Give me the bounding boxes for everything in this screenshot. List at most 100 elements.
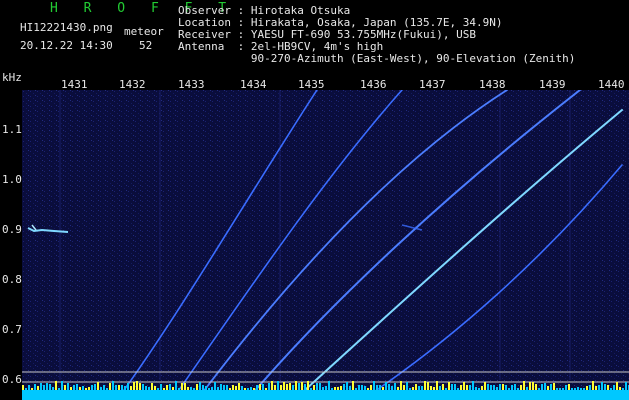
noise-spike — [136, 381, 138, 390]
y-tick-1.0: 1.0 — [2, 173, 22, 186]
noise-spike — [283, 382, 285, 390]
noise-spike — [259, 384, 261, 390]
noise-spike — [343, 384, 345, 390]
noise-spike — [154, 386, 156, 390]
noise-spike — [481, 386, 483, 390]
noise-spike — [109, 383, 111, 390]
noise-spike — [355, 388, 357, 390]
noise-spike — [613, 385, 615, 390]
noise-spike — [145, 386, 147, 390]
noise-spike — [580, 388, 582, 390]
noise-spike — [604, 384, 606, 390]
noise-spike — [382, 387, 384, 390]
noise-spike — [505, 385, 507, 390]
noise-spike — [166, 385, 168, 390]
noise-spike — [70, 387, 72, 390]
noise-spike — [73, 385, 75, 390]
noise-spike — [541, 384, 543, 390]
noise-spike — [442, 384, 444, 390]
noise-spike — [46, 383, 48, 390]
noise-spike — [574, 388, 576, 390]
noise-spike — [148, 387, 150, 390]
noise-spike — [241, 386, 243, 390]
noise-spike — [610, 388, 612, 390]
noise-spike — [292, 385, 294, 390]
noise-spike — [301, 382, 303, 390]
noise-spike — [91, 385, 93, 390]
noise-spike — [55, 381, 57, 390]
noise-spike — [619, 387, 621, 390]
noise-spike — [106, 388, 108, 390]
noise-spike — [169, 384, 171, 390]
noise-spike — [592, 381, 594, 390]
noise-spike — [436, 381, 438, 390]
noise-spike — [349, 386, 351, 390]
noise-spike — [625, 382, 627, 390]
noise-spike — [67, 383, 69, 390]
noise-spike — [172, 387, 174, 390]
noise-spike — [376, 385, 378, 390]
noise-spike — [373, 381, 375, 390]
noise-spike — [151, 383, 153, 390]
noise-spike — [508, 388, 510, 390]
noise-spike — [220, 384, 222, 390]
noise-spike — [460, 385, 462, 390]
noise-spike — [328, 381, 330, 390]
spectrogram-graphic — [22, 90, 629, 400]
noise-spike — [577, 387, 579, 390]
noise-spike — [52, 387, 54, 390]
noise-spike — [121, 385, 123, 390]
noise-spike — [589, 385, 591, 390]
noise-spike — [115, 385, 117, 390]
noise-spike — [367, 388, 369, 390]
noise-spike — [127, 383, 129, 390]
noise-spike — [586, 386, 588, 390]
noise-spike — [427, 382, 429, 390]
y-axis-unit: kHz — [2, 71, 22, 84]
noise-spike — [316, 383, 318, 390]
noise-spike — [358, 385, 360, 390]
noise-spike — [184, 383, 186, 390]
date-time: 20.12.22 14:30 — [20, 39, 113, 52]
noise-floor-band — [22, 390, 629, 400]
noise-spike — [325, 386, 327, 390]
y-tick-0.8: 0.8 — [2, 273, 22, 286]
noise-spike — [289, 383, 291, 390]
noise-spike — [76, 384, 78, 390]
noise-spike — [493, 385, 495, 390]
noise-spike — [562, 388, 564, 390]
noise-spike — [385, 382, 387, 390]
noise-spike — [517, 388, 519, 390]
noise-spike — [97, 382, 99, 390]
noise-spike — [490, 385, 492, 390]
noise-spike — [334, 387, 336, 390]
y-tick-0.9: 0.9 — [2, 223, 22, 236]
noise-spike — [274, 385, 276, 390]
y-tick-1.1: 1.1 — [2, 123, 22, 136]
noise-spike — [400, 381, 402, 390]
noise-spike — [538, 388, 540, 390]
noise-spike — [529, 382, 531, 390]
noise-spike — [133, 382, 135, 390]
noise-spike — [58, 388, 60, 390]
noise-spike — [346, 382, 348, 390]
noise-spike — [598, 385, 600, 390]
noise-spike — [403, 385, 405, 390]
noise-spike — [391, 386, 393, 390]
noise-spike — [568, 384, 570, 390]
noise-spike — [118, 385, 120, 390]
noise-spike — [331, 388, 333, 390]
noise-spike — [454, 384, 456, 390]
noise-spike — [370, 385, 372, 390]
noise-spike — [523, 381, 525, 390]
noise-spike — [250, 387, 252, 390]
noise-spike — [139, 383, 141, 390]
noise-spike — [124, 386, 126, 390]
noise-spike — [448, 382, 450, 390]
noise-spike — [319, 383, 321, 390]
noise-spike — [178, 388, 180, 390]
noise-spike — [37, 386, 39, 390]
noise-spike — [553, 383, 555, 390]
noise-spike — [40, 383, 42, 390]
noise-spike — [622, 388, 624, 390]
